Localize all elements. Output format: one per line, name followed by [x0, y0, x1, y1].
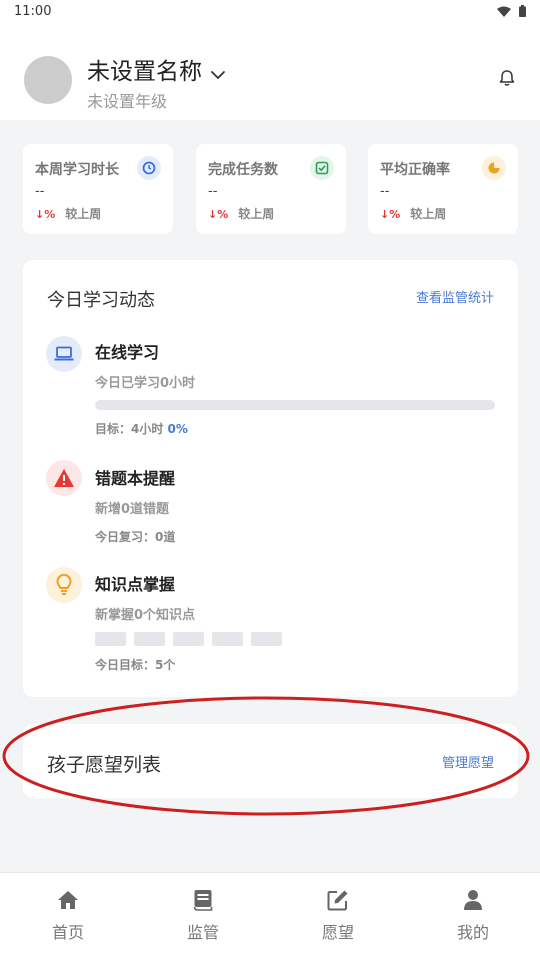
- study-progress-bar: [95, 400, 495, 410]
- stat-value: --: [35, 184, 45, 199]
- knowledge-segment: [134, 632, 165, 646]
- status-icons: [497, 5, 526, 17]
- stat-trend: ↓% 较上周: [35, 205, 101, 222]
- nav-item-supervision[interactable]: 监管: [163, 887, 243, 943]
- clock-icon: [137, 156, 161, 180]
- knowledge-segment: [173, 632, 204, 646]
- profile-grade: 未设置年级: [87, 92, 168, 111]
- nav-item-wishes[interactable]: 愿望: [298, 887, 378, 943]
- book-icon: [163, 887, 243, 913]
- wish-list-card: 孩子愿望列表 管理愿望: [23, 724, 518, 798]
- trend-down-indicator: ↓%: [380, 208, 401, 221]
- nav-label: 愿望: [321, 923, 354, 942]
- user-icon: [433, 887, 513, 913]
- stat-title: 本周学习时长: [35, 162, 119, 178]
- stat-card-study-time[interactable]: 本周学习时长 -- ↓% 较上周: [23, 144, 173, 234]
- stat-trend: ↓% 较上周: [380, 205, 446, 222]
- stat-value: --: [208, 184, 218, 199]
- nav-item-me[interactable]: 我的: [433, 887, 513, 943]
- mistake-book-title: 错题本提醒: [95, 469, 176, 488]
- knowledge-progress-segments: [95, 632, 282, 646]
- edit-icon: [298, 887, 378, 913]
- manage-wishes-link[interactable]: 管理愿望: [442, 752, 494, 771]
- stat-title: 完成任务数: [208, 162, 278, 178]
- knowledge-subtitle: 新掌握0个知识点: [95, 608, 196, 623]
- card-title: 今日学习动态: [47, 290, 155, 311]
- online-learning-goal: 目标：4小时 0%: [95, 420, 188, 437]
- warning-icon: [46, 460, 82, 496]
- goal-percent: 0%: [167, 422, 188, 436]
- bell-icon[interactable]: [498, 69, 516, 87]
- mistake-book-subtitle: 新增0道错题: [95, 502, 170, 517]
- knowledge-segment: [212, 632, 243, 646]
- nav-item-home[interactable]: 首页: [28, 887, 108, 943]
- wish-list-title: 孩子愿望列表: [47, 754, 162, 776]
- nav-label: 监管: [186, 923, 219, 942]
- view-supervision-stats-link[interactable]: 查看监管统计: [416, 287, 494, 306]
- knowledge-title: 知识点掌握: [95, 575, 176, 594]
- stat-value: --: [380, 184, 390, 199]
- profile-header: 未设置名称 未设置年级: [0, 24, 540, 120]
- knowledge-segment: [251, 632, 282, 646]
- trend-compare-label: 较上周: [65, 207, 102, 221]
- lightbulb-icon: [46, 567, 82, 603]
- status-time: 11:00: [14, 4, 52, 19]
- avatar[interactable]: [24, 56, 72, 104]
- stat-card-tasks-done[interactable]: 完成任务数 -- ↓% 较上周: [196, 144, 346, 234]
- today-activity-card: 今日学习动态 查看监管统计 在线学习 今日已学习0小时 目标：4小时 0% 错题…: [23, 260, 518, 697]
- bottom-nav: 首页 监管 愿望 我的: [0, 872, 540, 960]
- trend-compare-label: 较上周: [410, 207, 447, 221]
- stat-trend: ↓% 较上周: [208, 205, 274, 222]
- trend-compare-label: 较上周: [238, 207, 275, 221]
- trend-down-indicator: ↓%: [208, 208, 229, 221]
- trend-down-indicator: ↓%: [35, 208, 56, 221]
- profile-name[interactable]: 未设置名称: [87, 52, 202, 86]
- home-icon: [28, 887, 108, 913]
- knowledge-daily-goal: 今日目标：5个: [95, 658, 176, 672]
- nav-label: 首页: [51, 923, 84, 942]
- goal-label: 目标：4小时: [95, 422, 164, 436]
- nav-label: 我的: [456, 923, 489, 942]
- wifi-icon: [497, 6, 511, 17]
- online-learning-subtitle: 今日已学习0小时: [95, 376, 196, 391]
- check-square-icon: [310, 156, 334, 180]
- status-bar: 11:00: [0, 0, 540, 24]
- laptop-icon: [46, 336, 82, 372]
- online-learning-title: 在线学习: [95, 343, 160, 362]
- chevron-down-icon[interactable]: [210, 70, 226, 80]
- stat-title: 平均正确率: [380, 162, 450, 178]
- knowledge-segment: [95, 632, 126, 646]
- stat-card-accuracy[interactable]: 平均正确率 -- ↓% 较上周: [368, 144, 518, 234]
- pie-chart-icon: [482, 156, 506, 180]
- mistake-review-count: 今日复习：0道: [95, 530, 176, 544]
- battery-icon: [519, 5, 526, 17]
